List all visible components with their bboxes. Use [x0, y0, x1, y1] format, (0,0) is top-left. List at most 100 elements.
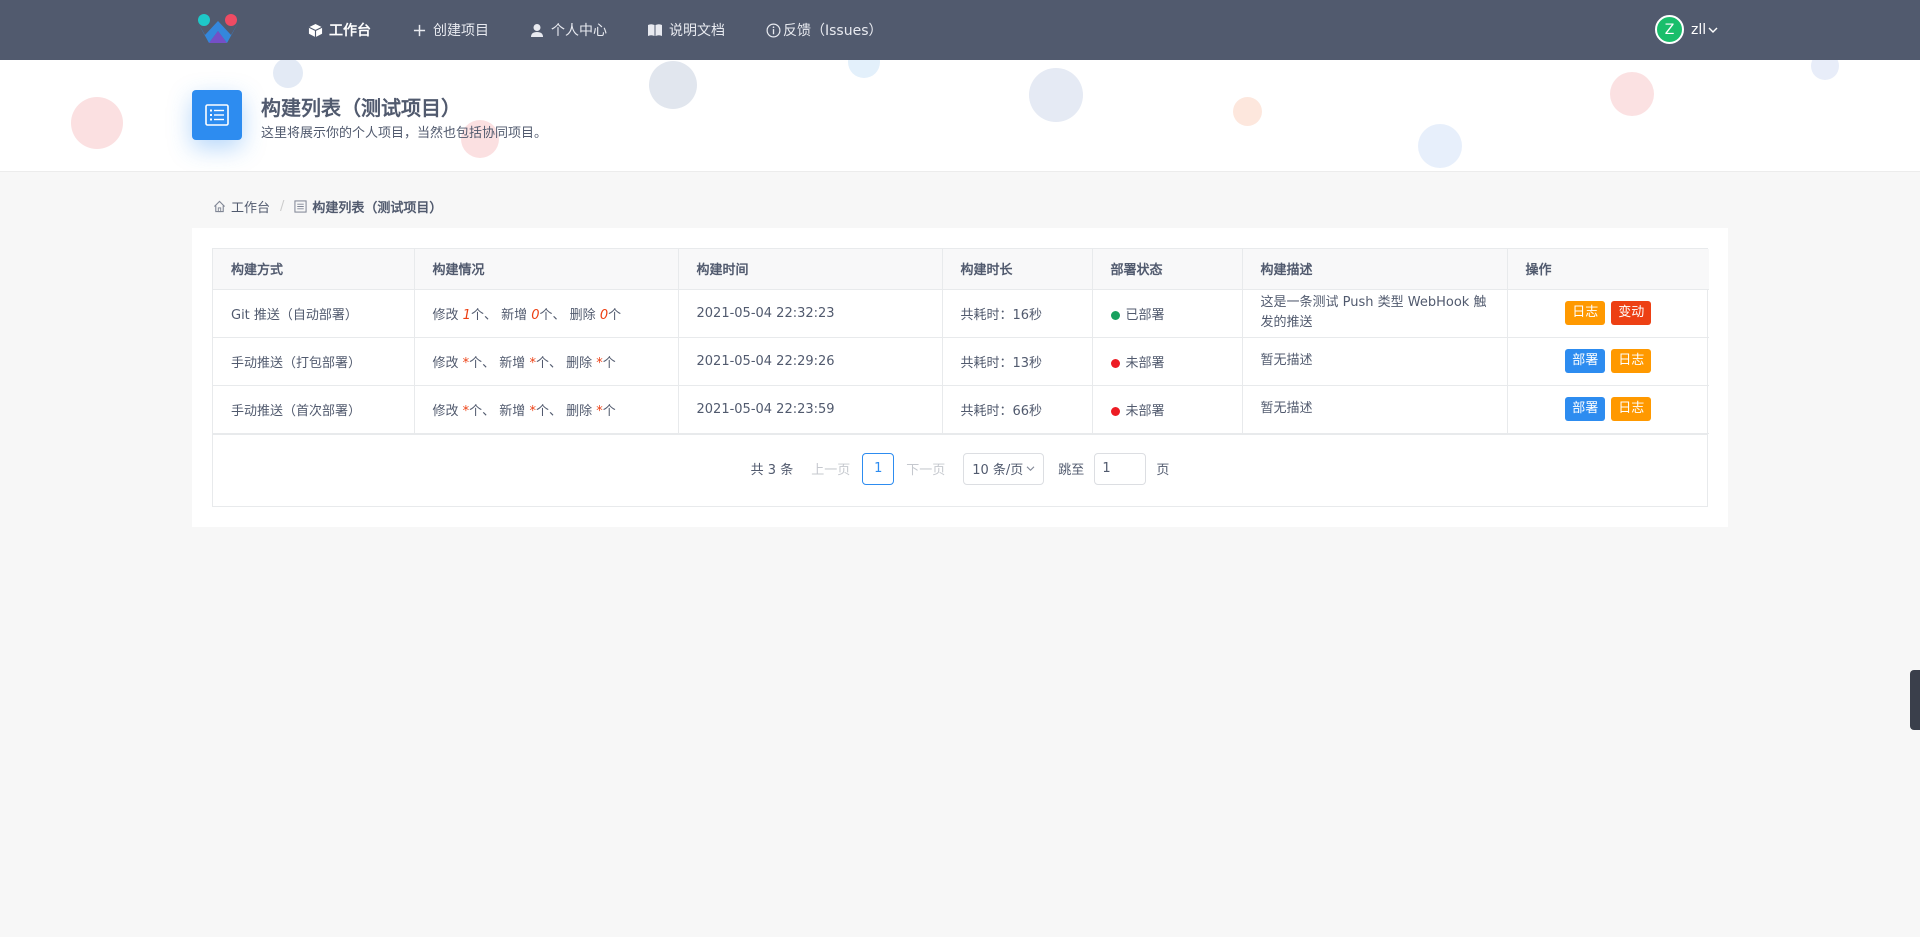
- decor-bubble: [1811, 60, 1839, 80]
- page-size-value: 10 条/页: [972, 463, 1024, 478]
- cell-duration: 共耗时：13秒: [942, 337, 1093, 386]
- status-dot: [1110, 406, 1120, 416]
- page-jump-unit: 页: [1156, 463, 1170, 478]
- column-header-actions: 操作: [1507, 249, 1709, 290]
- breadcrumb-current-label: 构建列表（测试项目）: [312, 201, 443, 216]
- nav-item-create-project[interactable]: 创建项目: [411, 20, 489, 40]
- page-jump-input[interactable]: [1094, 452, 1147, 485]
- column-header-status: 部署状态: [1092, 249, 1243, 290]
- info-icon: [765, 22, 781, 38]
- cell-actions: 日志 变动: [1507, 289, 1709, 338]
- nav-item-label: 反馈（Issues）: [783, 23, 883, 39]
- stat-unit: 个: [469, 355, 483, 371]
- decor-bubble: [71, 97, 123, 149]
- decor-bubble: [1233, 97, 1262, 126]
- avatar[interactable]: Z: [1655, 15, 1684, 44]
- book-icon: [647, 22, 663, 38]
- cell-actions: 部署 日志: [1507, 337, 1709, 386]
- cell-actions: 部署 日志: [1507, 385, 1709, 434]
- cell-stats: 修改 1个、 新增 0个、 删除 0个: [414, 289, 679, 338]
- pagination-prev[interactable]: 上一页: [811, 459, 850, 478]
- cell-time: 2021-05-04 22:23:59: [678, 385, 943, 434]
- nav-item-docs[interactable]: 说明文档: [647, 20, 725, 40]
- log-button[interactable]: 日志: [1611, 397, 1652, 421]
- column-header-method: 构建方式: [213, 249, 415, 290]
- status-text: 未部署: [1125, 403, 1165, 419]
- home-icon: [213, 200, 226, 213]
- cell-method: Git 推送（自动部署）: [213, 289, 415, 338]
- cell-status: 未部署: [1092, 385, 1243, 434]
- stat-label: 、 删除: [548, 403, 593, 419]
- stat-label: 、 新增: [483, 307, 528, 323]
- cell-stats: 修改 *个、 新增 *个、 删除 *个: [414, 337, 679, 386]
- stat-label: 修改: [432, 307, 459, 323]
- table-row: 手动推送（打包部署） 修改 *个、 新增 *个、 删除 *个 2021-05-0…: [213, 337, 1709, 386]
- stat-label: 、 删除: [548, 355, 593, 371]
- breadcrumb-home-label: 工作台: [231, 201, 271, 216]
- table-row: 手动推送（首次部署） 修改 *个、 新增 *个、 删除 *个 2021-05-0…: [213, 385, 1709, 434]
- breadcrumb: 工作台 / 构建列表（测试项目）: [213, 197, 442, 216]
- user-menu[interactable]: Z zll: [1655, 15, 1718, 44]
- cell-method: 手动推送（打包部署）: [213, 337, 415, 386]
- deploy-button[interactable]: 部署: [1565, 349, 1606, 373]
- column-header-duration: 构建时长: [942, 249, 1093, 290]
- column-header-time: 构建时间: [678, 249, 943, 290]
- pagination-page-1[interactable]: 1: [862, 452, 895, 485]
- stat-label: 、 新增: [482, 403, 526, 419]
- stat-unit: 个: [535, 403, 549, 419]
- pagination-next[interactable]: 下一页: [906, 459, 945, 478]
- stat-delete-count: 0: [599, 307, 609, 323]
- cube-icon: [307, 22, 323, 38]
- column-header-stats: 构建情况: [414, 249, 679, 290]
- user-icon: [529, 22, 545, 38]
- stat-unit: 个: [608, 307, 622, 323]
- status-dot: [1110, 358, 1120, 368]
- cell-description: 暂无描述: [1242, 337, 1508, 386]
- stat-add-count: 0: [531, 307, 540, 323]
- list-icon: [294, 200, 307, 213]
- cell-time: 2021-05-04 22:29:26: [678, 337, 943, 386]
- log-button[interactable]: 日志: [1565, 301, 1606, 325]
- deploy-button[interactable]: 部署: [1565, 397, 1606, 421]
- nav-item-workbench[interactable]: 工作台: [307, 20, 371, 40]
- breadcrumb-separator: /: [280, 199, 285, 214]
- stat-unit: 个: [539, 307, 553, 323]
- stat-label: 、 删除: [552, 307, 596, 323]
- cell-status: 已部署: [1092, 289, 1243, 338]
- log-button[interactable]: 日志: [1611, 349, 1652, 373]
- cell-status: 未部署: [1092, 337, 1243, 386]
- cell-description: 这是一条测试 Push 类型 WebHook 触发的推送: [1242, 289, 1508, 338]
- stat-unit: 个: [535, 355, 549, 371]
- page-subtitle: 这里将展示你的个人项目，当然也包括协同项目。: [261, 126, 548, 141]
- build-list-card: 构建方式 构建情况 构建时间 构建时长 部署状态 构建描述 操作 Git 推送（…: [192, 228, 1728, 527]
- breadcrumb-home[interactable]: 工作台: [213, 197, 270, 216]
- nav-item-label: 个人中心: [551, 23, 607, 39]
- top-navbar: 工作台 创建项目 个人中心 说明文档 反馈（Issues） Z zll: [0, 0, 1920, 60]
- page-jump: 跳至 页: [1058, 452, 1170, 485]
- nav-item-profile[interactable]: 个人中心: [529, 20, 607, 40]
- decor-bubble: [1029, 68, 1083, 122]
- decor-bubble: [273, 60, 303, 88]
- cell-time: 2021-05-04 22:32:23: [678, 289, 943, 338]
- table-header-row: 构建方式 构建情况 构建时间 构建时长 部署状态 构建描述 操作: [213, 249, 1709, 290]
- nav-item-feedback[interactable]: 反馈（Issues）: [765, 20, 883, 40]
- table-row: Git 推送（自动部署） 修改 1个、 新增 0个、 删除 0个 2021-05…: [213, 289, 1709, 338]
- nav-item-label: 说明文档: [669, 23, 725, 39]
- side-drawer-handle[interactable]: [1910, 670, 1920, 730]
- breadcrumb-current: 构建列表（测试项目）: [294, 197, 442, 216]
- column-header-description: 构建描述: [1242, 249, 1508, 290]
- changes-button[interactable]: 变动: [1611, 301, 1652, 325]
- page-size-select[interactable]: 10 条/页: [963, 452, 1045, 485]
- pagination-total: 共 3 条: [750, 463, 794, 478]
- user-name: zll: [1691, 21, 1707, 38]
- cell-method: 手动推送（首次部署）: [213, 385, 415, 434]
- pagination: 共 3 条 上一页 1 下一页 10 条/页 跳至 页: [212, 431, 1708, 507]
- cell-stats: 修改 *个、 新增 *个、 删除 *个: [414, 385, 679, 434]
- stat-unit: 个: [469, 403, 483, 419]
- decor-bubble: [1418, 124, 1462, 168]
- page-jump-label: 跳至: [1058, 463, 1085, 478]
- stat-modify-count: 1: [462, 307, 471, 323]
- app-logo-icon[interactable]: [195, 13, 241, 47]
- list-icon: [192, 90, 242, 140]
- page-title: 构建列表（测试项目）: [261, 96, 461, 120]
